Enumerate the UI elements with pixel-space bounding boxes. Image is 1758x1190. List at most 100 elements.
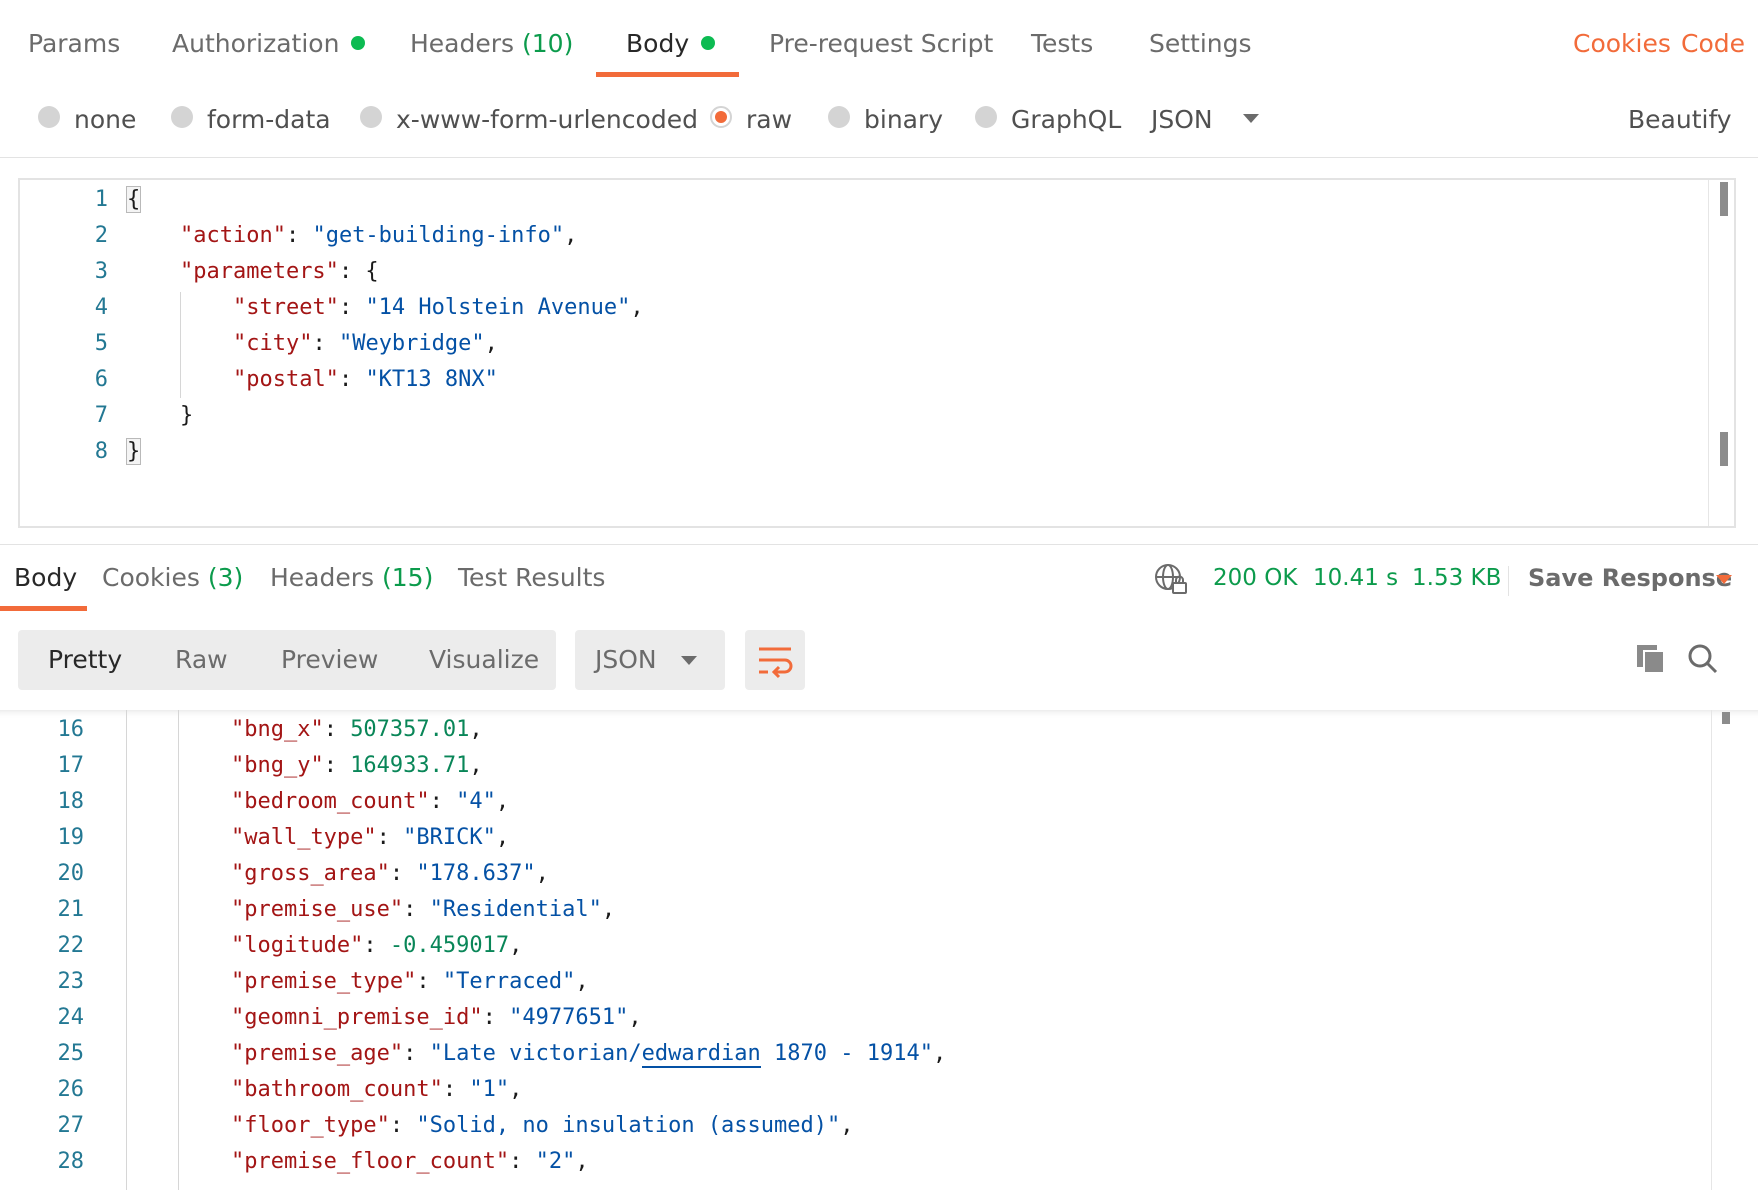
chevron-down-icon [1242,113,1259,123]
view-visualize[interactable]: Visualize [429,630,539,690]
beautify-button[interactable]: Beautify [1628,102,1732,138]
body-status-dot [701,36,716,50]
view-mode-switcher: Pretty Raw Preview Visualize [18,630,556,690]
response-scroll-track [1711,710,1712,1190]
line-number: 16 [57,717,85,742]
tab-tests[interactable]: Tests [1031,26,1093,62]
code-token: : [312,331,339,356]
line-number: 18 [57,789,85,814]
code-token: , [630,295,644,320]
code-token: "city" [232,331,313,356]
code-line: { [125,182,142,218]
code-token: "bng_x" [230,717,324,742]
line-number: 23 [57,969,85,994]
tab-params[interactable]: Params [28,26,120,62]
radio-form-data[interactable]: form-data [171,102,331,138]
view-preview[interactable]: Preview [281,630,378,690]
code-token: } [125,438,142,465]
response-tab-headers[interactable]: Headers (15) [270,560,433,596]
save-response-chevron-down-icon[interactable] [1716,575,1732,584]
radio-raw[interactable]: raw [710,102,792,138]
response-tab-body[interactable]: Body [14,560,77,596]
code-token: "premise_age" [230,1041,404,1066]
radio-none[interactable]: none [38,102,136,138]
tab-pre-request-script[interactable]: Pre-request Script [769,26,993,62]
tab-body[interactable]: Body [626,26,716,62]
response-active-tab-indicator [0,606,87,611]
code-token: : [442,1077,470,1102]
indent-guide [180,292,181,398]
code-token: , [509,933,523,958]
code-link[interactable]: Code [1681,26,1745,62]
code-line: "premise_age": "Late victorian/edwardian… [125,1036,946,1072]
code-token: , [840,1113,854,1138]
code-token: : [429,789,457,814]
code-token: "postal" [232,367,339,392]
code-token: "Solid, no insulation (assumed)" [416,1113,841,1138]
code-token: "geomni_premise_id" [230,1005,483,1030]
response-format-dropdown[interactable]: JSON [575,630,725,690]
view-pretty[interactable]: Pretty [48,630,122,690]
code-token: "bathroom_count" [230,1077,443,1102]
response-status[interactable]: 200 OK [1213,560,1297,596]
wrap-lines-button[interactable] [745,630,805,690]
code-token: -0.459017 [389,933,510,958]
search-icon[interactable] [1686,642,1720,676]
radio-binary[interactable]: binary [828,102,943,138]
radio-form-data-circle[interactable] [171,106,193,128]
code-token: , [601,897,616,922]
radio-graphql[interactable]: GraphQL [975,102,1121,138]
response-tab-cookies[interactable]: Cookies (3) [102,560,243,596]
cookies-link[interactable]: Cookies [1573,26,1671,62]
code-token: "Weybridge" [338,331,485,356]
code-token: , [469,717,483,742]
code-token: : [338,367,366,392]
code-line: "wall_type": "BRICK", [125,820,509,856]
radio-none-circle[interactable] [38,106,60,128]
radio-raw-circle[interactable] [710,106,732,128]
request-body-editor[interactable]: 1 {2 "action": "get-building-info", 3 "par… [18,178,1736,528]
language-dropdown[interactable]: JSON [1151,102,1259,138]
editor-scrollbar-thumb[interactable] [1720,182,1728,216]
section-divider [0,157,1758,158]
globe-lock-icon[interactable] [1154,562,1188,596]
code-token: 507357.01 [350,717,470,742]
view-raw[interactable]: Raw [175,630,228,690]
code-token: "Residential" [429,897,602,922]
tab-authorization[interactable]: Authorization [172,26,366,62]
code-token: "4977651" [509,1005,629,1030]
code-token: : [389,1113,417,1138]
editor-scroll-track [1708,180,1709,526]
code-token: "gross_area" [230,861,390,886]
code-line: "city": "Weybridge", [127,326,498,362]
section-divider [0,544,1758,545]
line-number: 21 [57,897,85,922]
response-scrollbar-thumb[interactable] [1722,712,1730,724]
response-body-viewer[interactable]: 16 "bng_x": 507357.01, 17 "bng_y": 164933… [0,710,1758,1190]
code-token: "4" [456,789,496,814]
line-number: 1 [94,187,108,212]
save-response-button[interactable]: Save Response [1528,560,1732,596]
code-token: } [179,403,194,428]
response-time[interactable]: 10.41 s [1313,560,1398,596]
copy-icon[interactable] [1634,642,1668,676]
radio-binary-circle[interactable] [828,106,850,128]
response-format-label: JSON [595,645,657,674]
code-token: , [469,753,483,778]
code-line: "bedroom_count": "4", [125,784,509,820]
wrap-lines-icon [759,647,793,679]
radio-urlencoded[interactable]: x-www-form-urlencoded [360,102,698,138]
code-token: , [564,223,578,248]
code-line: "gross_area": "178.637", [125,856,549,892]
response-tab-test-results[interactable]: Test Results [458,560,605,596]
tab-settings[interactable]: Settings [1149,26,1252,62]
tab-headers[interactable]: Headers (10) [410,26,573,62]
radio-graphql-circle[interactable] [975,106,997,128]
radio-urlencoded-circle[interactable] [360,106,382,128]
indent-guide [126,710,127,1190]
code-line: "floor_type": "Solid, no insulation (ass… [125,1108,854,1144]
response-size[interactable]: 1.53 KB [1412,560,1501,596]
code-token: 164933.71 [350,753,470,778]
